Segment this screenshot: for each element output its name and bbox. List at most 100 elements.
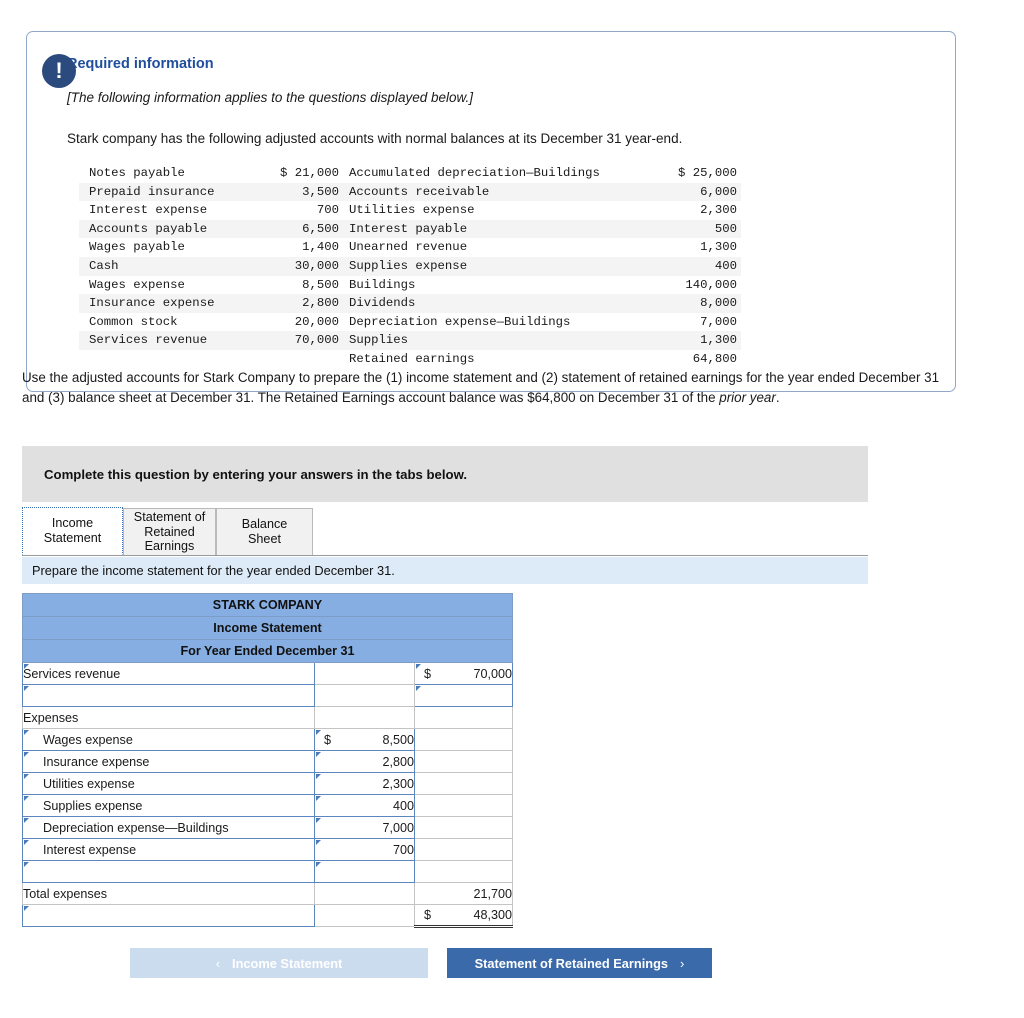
account-row: Interest expense 700 Utilities expense 2,30…	[79, 201, 741, 220]
chevron-right-icon: ›	[680, 955, 685, 971]
currency-symbol: $	[424, 908, 432, 922]
worksheet-header-company: STARK COMPANY	[22, 593, 513, 617]
account-name-left: Prepaid insurance	[79, 182, 247, 202]
worksheet-total-input[interactable]: $70,000	[414, 662, 513, 685]
account-value-left	[247, 350, 347, 369]
tab-income-statement[interactable]: Income Statement	[22, 507, 123, 555]
worksheet-row: Interest expense 700	[22, 838, 513, 861]
question-page: ! Required information [The following in…	[0, 0, 1024, 1018]
account-value-right: 500	[637, 219, 741, 239]
worksheet-total-input[interactable]	[414, 684, 513, 707]
worksheet-label-input[interactable]: Depreciation expense—Buildings	[22, 816, 315, 839]
account-name-right: Buildings	[349, 277, 416, 292]
worksheet-label-input[interactable]: Supplies expense	[22, 794, 315, 817]
adjusted-accounts-table: Notes payable $ 21,000 Accumulated depreci…	[79, 164, 741, 369]
account-value-right: 7,000	[700, 314, 737, 329]
account-name-left: Common stock	[89, 314, 178, 329]
account-value-left: $ 21,000	[279, 166, 339, 180]
worksheet-row: Total expenses 21,700	[22, 882, 513, 905]
task-instruction-part2: .	[775, 390, 780, 405]
account-value-right: 8,000	[637, 294, 741, 313]
prepare-instruction-bar: Prepare the income statement for the yea…	[22, 557, 868, 584]
account-value-right: 2,300	[700, 203, 737, 218]
account-value-left: 700	[316, 203, 339, 218]
worksheet-subtotal-input[interactable]: $8,500	[314, 728, 415, 751]
tab-income-statement-label: Income Statement	[43, 516, 102, 545]
previous-tab-button[interactable]: ‹ Income Statement	[130, 948, 428, 978]
account-value-right: 400	[637, 256, 741, 276]
account-name-left	[79, 350, 247, 369]
next-tab-button[interactable]: Statement of Retained Earnings ›	[447, 948, 712, 978]
account-value-left: 1,400	[302, 240, 339, 255]
worksheet-subtotal-static	[314, 706, 415, 729]
worksheet-subtotal-input[interactable]: 2,800	[314, 750, 415, 773]
worksheet-total-static	[414, 838, 513, 861]
worksheet-row	[22, 684, 513, 707]
tab-statement-of-retained-earnings[interactable]: Statement of Retained Earnings	[123, 508, 216, 555]
worksheet-label-input[interactable]	[22, 904, 315, 927]
worksheet-label-static: Total expenses	[22, 882, 315, 905]
previous-tab-label: Income Statement	[232, 955, 343, 971]
worksheet-total-static	[414, 772, 513, 795]
worksheet-total-static: 21,700	[414, 882, 513, 905]
worksheet-label-input[interactable]	[22, 860, 315, 883]
worksheet-subtotal-input[interactable]	[314, 860, 415, 883]
tab-balance-sheet[interactable]: Balance Sheet	[216, 508, 313, 555]
worksheet-subtotal-input[interactable]: 400	[314, 794, 415, 817]
tab-statement-of-retained-earnings-label: Statement of Retained Earnings	[133, 510, 206, 554]
account-value-left: 6,500	[247, 219, 347, 239]
worksheet-header-period: For Year Ended December 31	[22, 639, 513, 663]
account-value-left: 30,000	[247, 256, 347, 276]
complete-question-bar: Complete this question by entering your …	[22, 446, 868, 502]
task-instruction-paragraph: Use the adjusted accounts for Stark Comp…	[22, 368, 952, 408]
exclamation-icon: !	[42, 54, 76, 88]
income-statement-worksheet: STARK COMPANY Income Statement For Year …	[22, 593, 513, 928]
account-name-right: Supplies expense	[347, 256, 637, 276]
currency-symbol: $	[424, 666, 432, 681]
required-information-card: ! Required information [The following in…	[26, 31, 956, 392]
worksheet-label-input[interactable]	[22, 684, 315, 707]
account-name-left: Insurance expense	[79, 294, 247, 313]
account-row: Accounts payable 6,500 Interest payable 500	[79, 219, 741, 239]
account-row: Insurance expense 2,800 Dividends 8,000	[79, 294, 741, 313]
worksheet-total-static	[414, 794, 513, 817]
account-row: Wages expense 8,500 Buildings 140,000	[79, 276, 741, 295]
account-name-right: Unearned revenue	[349, 240, 468, 255]
worksheet-subtotal-static	[314, 684, 415, 707]
worksheet-total-static: $48,300	[414, 904, 513, 928]
required-information-lead: Stark company has the following adjusted…	[67, 131, 683, 146]
worksheet-row	[22, 860, 513, 883]
account-row: Retained earnings 64,800	[79, 350, 741, 369]
account-name-left: Cash	[79, 256, 247, 276]
worksheet-subtotal-input[interactable]: 7,000	[314, 816, 415, 839]
account-value-right: 64,800	[692, 351, 737, 366]
account-name-right: Interest payable	[347, 219, 637, 239]
account-value-left: 70,000	[247, 331, 347, 350]
worksheet-subtotal-static	[314, 882, 415, 905]
worksheet-period: For Year Ended December 31	[22, 639, 513, 663]
worksheet-label-input[interactable]: Wages expense	[22, 728, 315, 751]
required-information-note: [The following information applies to th…	[67, 90, 473, 105]
account-row: Wages payable 1,400 Unearned revenue 1,300	[79, 238, 741, 257]
worksheet-label-input[interactable]: Services revenue	[22, 662, 315, 685]
worksheet-label-input[interactable]: Insurance expense	[22, 750, 315, 773]
worksheet-label-input[interactable]: Interest expense	[22, 838, 315, 861]
account-name-right: Accounts receivable	[347, 182, 637, 202]
worksheet-total-static	[414, 706, 513, 729]
account-name-right: Accumulated depreciation—Buildings	[349, 166, 600, 180]
account-name-left: Wages payable	[89, 240, 185, 255]
chevron-left-icon: ‹	[215, 955, 221, 971]
worksheet-subtotal-input[interactable]: 2,300	[314, 772, 415, 795]
account-row: Notes payable $ 21,000 Accumulated depreci…	[79, 164, 741, 183]
worksheet-total-static	[414, 750, 513, 773]
required-information-title: Required information	[67, 56, 214, 72]
worksheet-total-static	[414, 860, 513, 883]
account-name-left: Wages expense	[89, 277, 185, 292]
worksheet-total-static	[414, 728, 513, 751]
worksheet-statement-name: Income Statement	[22, 616, 513, 640]
worksheet-label-input[interactable]: Utilities expense	[22, 772, 315, 795]
account-name-right: Depreciation expense—Buildings	[349, 314, 571, 329]
worksheet-row: Services revenue $70,000	[22, 662, 513, 685]
worksheet-subtotal-input[interactable]: 700	[314, 838, 415, 861]
worksheet-header-statement: Income Statement	[22, 616, 513, 640]
